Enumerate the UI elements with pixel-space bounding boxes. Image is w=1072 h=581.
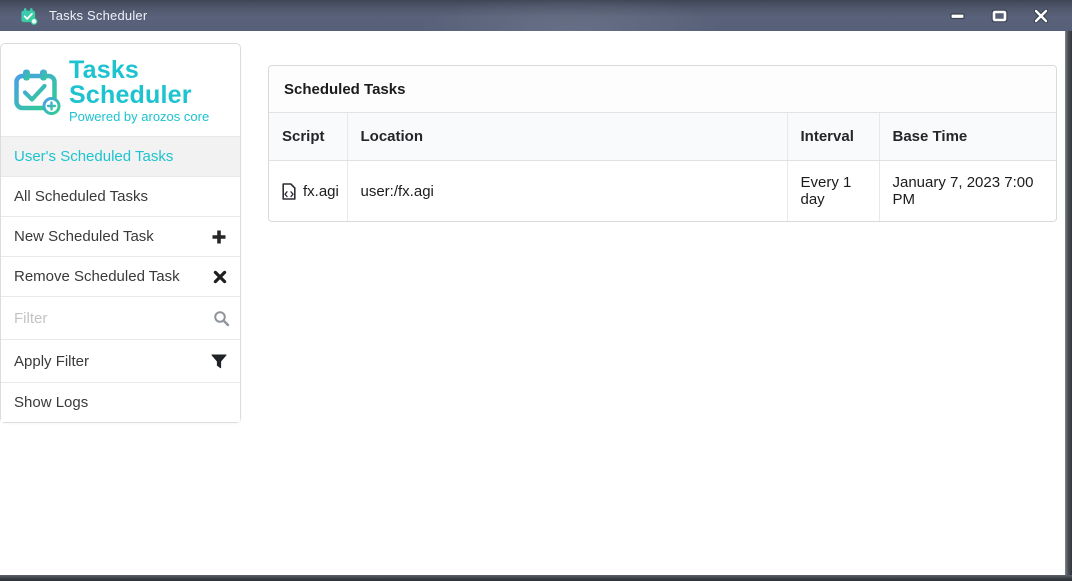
sidebar-item-label: New Scheduled Task <box>14 228 154 245</box>
sidebar-item-label: Show Logs <box>14 394 88 411</box>
code-file-icon <box>282 183 296 200</box>
search-icon <box>213 310 230 327</box>
column-header-interval: Interval <box>787 113 879 161</box>
filter-input-row <box>1 296 240 339</box>
window-title: Tasks Scheduler <box>49 8 147 23</box>
app-subtitle: Powered by arozos core <box>69 110 230 123</box>
window-border-right <box>1065 31 1072 575</box>
cell-location: user:/fx.agi <box>347 161 787 222</box>
script-name: fx.agi <box>303 183 339 200</box>
sidebar-item-users-scheduled-tasks[interactable]: User's Scheduled Tasks <box>1 136 240 176</box>
sidebar-item-apply-filter[interactable]: Apply Filter <box>1 339 240 382</box>
sidebar-item-show-logs[interactable]: Show Logs <box>1 382 240 422</box>
table-row[interactable]: fx.agi user:/fx.agi Every 1 day January … <box>269 161 1056 222</box>
sidebar-item-label: Apply Filter <box>14 353 89 370</box>
minimize-icon <box>950 12 965 20</box>
panel-title: Scheduled Tasks <box>269 66 1056 113</box>
remove-x-icon <box>213 270 227 284</box>
column-header-base-time: Base Time <box>879 113 1056 161</box>
sidebar: Tasks Scheduler Powered by arozos core U… <box>0 43 241 423</box>
calendar-check-plus-icon <box>13 67 63 115</box>
plus-icon <box>211 229 227 245</box>
sidebar-item-all-scheduled-tasks[interactable]: All Scheduled Tasks <box>1 176 240 216</box>
close-button[interactable] <box>1020 0 1062 31</box>
scheduled-tasks-table: Script Location Interval Base Time fx.ag… <box>269 113 1056 221</box>
window-border-bottom <box>0 575 1072 581</box>
sidebar-item-remove-scheduled-task[interactable]: Remove Scheduled Task <box>1 256 240 296</box>
close-icon <box>1033 9 1049 23</box>
filter-input[interactable] <box>14 310 213 327</box>
app-title: Tasks Scheduler <box>69 58 230 108</box>
app-logo: Tasks Scheduler Powered by arozos core <box>1 44 240 136</box>
sidebar-item-label: Remove Scheduled Task <box>14 268 180 285</box>
sidebar-item-label: User's Scheduled Tasks <box>14 148 173 165</box>
maximize-button[interactable] <box>978 0 1020 31</box>
cell-base-time: January 7, 2023 7:00 PM <box>879 161 1056 222</box>
app-calendar-icon <box>20 7 38 25</box>
scheduled-tasks-panel: Scheduled Tasks Script Location Interval… <box>268 65 1057 222</box>
sidebar-item-label: All Scheduled Tasks <box>14 188 148 205</box>
minimize-button[interactable] <box>936 0 978 31</box>
cell-script: fx.agi <box>269 161 347 222</box>
column-header-location: Location <box>347 113 787 161</box>
column-header-script: Script <box>269 113 347 161</box>
sidebar-item-new-scheduled-task[interactable]: New Scheduled Task <box>1 216 240 256</box>
titlebar: Tasks Scheduler <box>0 0 1072 31</box>
table-header-row: Script Location Interval Base Time <box>269 113 1056 161</box>
maximize-icon <box>991 9 1008 23</box>
cell-interval: Every 1 day <box>787 161 879 222</box>
filter-funnel-icon <box>211 354 227 369</box>
